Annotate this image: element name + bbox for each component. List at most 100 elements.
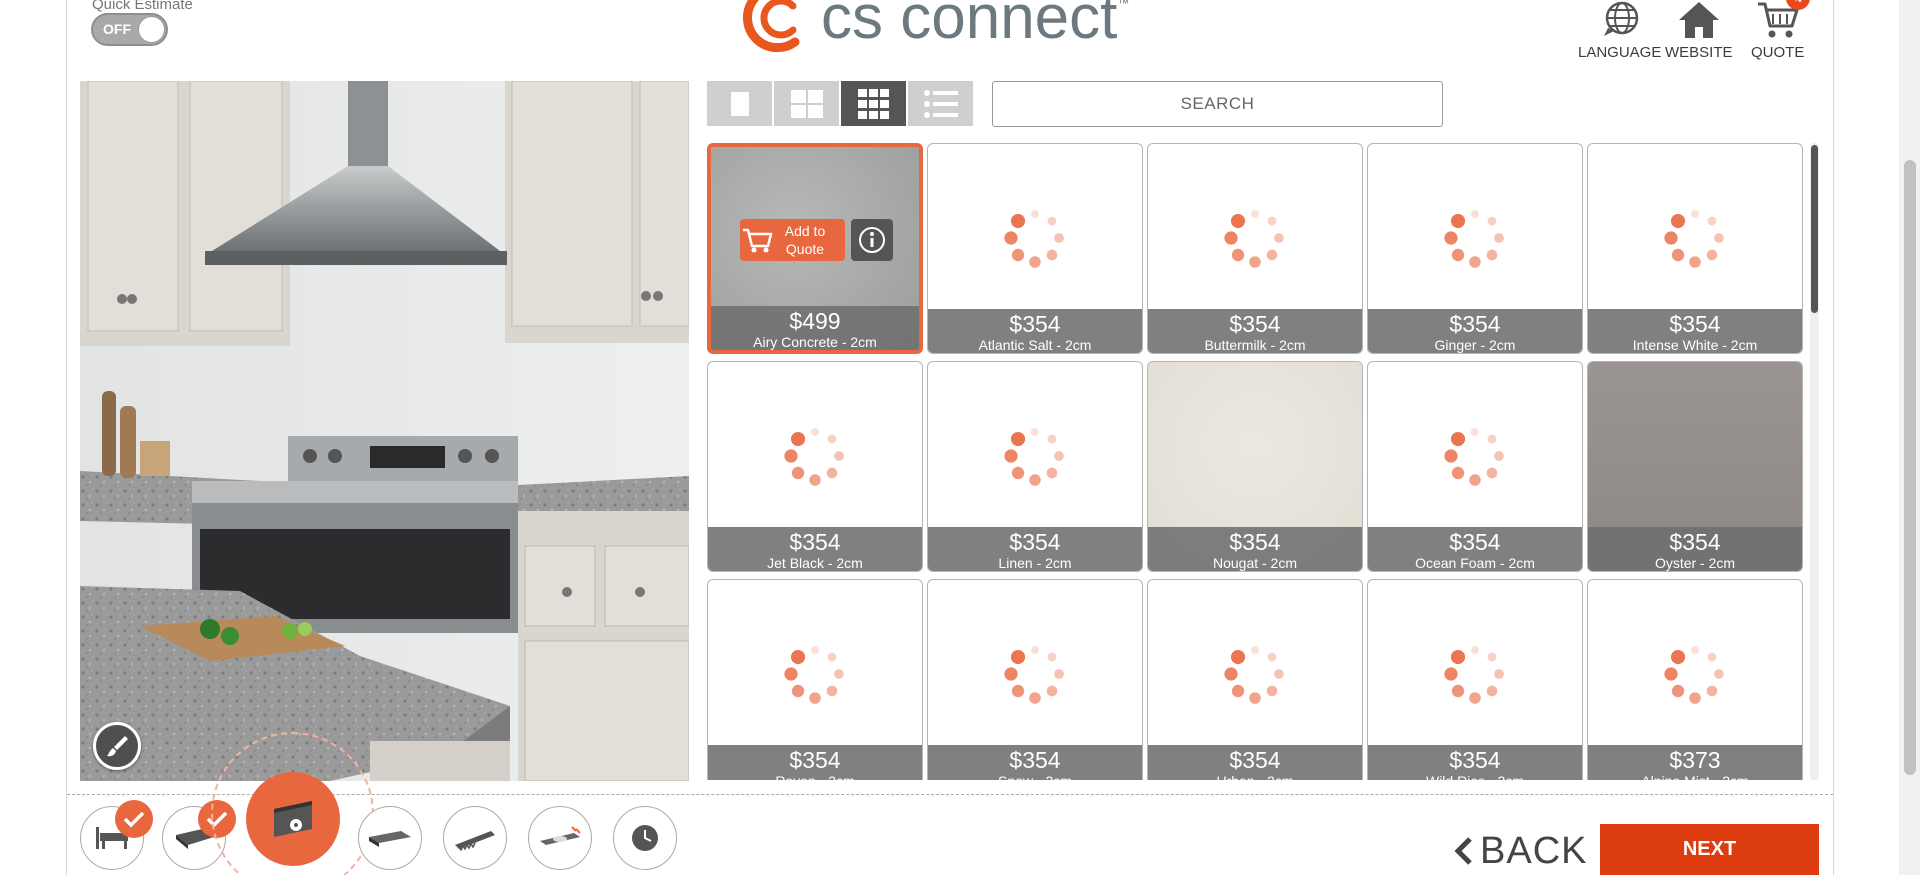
sink-icon bbox=[540, 826, 581, 845]
view-grid-3x3-button[interactable] bbox=[841, 81, 906, 126]
product-caption: $354 Ginger - 2cm bbox=[1368, 309, 1582, 353]
product-price: $354 bbox=[1009, 529, 1061, 555]
product-caption: $354 Buttermilk - 2cm bbox=[1148, 309, 1362, 353]
list-view-icon bbox=[923, 89, 958, 118]
product-tile[interactable]: $354 Oyster - 2cm bbox=[1587, 361, 1803, 572]
view-list-button[interactable] bbox=[908, 81, 973, 126]
product-grid: Add to Quote $499 Airy Concrete - 2cm $354 A… bbox=[707, 143, 1807, 780]
loading-spinner-icon bbox=[1664, 646, 1724, 704]
product-name: Snow - 2cm bbox=[928, 773, 1142, 780]
product-info-button[interactable] bbox=[851, 219, 893, 261]
material-swatch-icon bbox=[274, 801, 312, 837]
home-icon bbox=[1678, 2, 1719, 38]
product-name: Urban - 2cm bbox=[1148, 773, 1362, 780]
product-caption: $354 Jet Black - 2cm bbox=[708, 527, 922, 571]
product-price: $354 bbox=[1009, 311, 1061, 337]
product-tile[interactable]: $354Wild Rice - 2cm bbox=[1367, 579, 1583, 780]
product-caption: $354Wild Rice - 2cm bbox=[1368, 745, 1582, 780]
back-label: BACK bbox=[1480, 829, 1588, 872]
product-name: Raven - 2cm bbox=[708, 773, 922, 780]
product-name: Alpine Mist - 2cm bbox=[1588, 773, 1802, 780]
quote-button[interactable]: 4 QUOTE bbox=[1751, 0, 1811, 61]
product-caption: $354 Ocean Foam - 2cm bbox=[1368, 527, 1582, 571]
product-caption: $354 Nougat - 2cm bbox=[1148, 527, 1362, 571]
step-summary[interactable] bbox=[613, 806, 677, 870]
product-caption: $354 Atlantic Salt - 2cm bbox=[928, 309, 1142, 353]
product-price: $354 bbox=[1229, 529, 1281, 555]
logo-trademark: ™ bbox=[1117, 0, 1130, 10]
paintbrush-icon bbox=[107, 736, 128, 757]
product-caption: $354 Oyster - 2cm bbox=[1588, 527, 1802, 571]
brand-logo[interactable]: cs connect ™ bbox=[735, 0, 1129, 58]
product-caption: $354 Linen - 2cm bbox=[928, 527, 1142, 571]
product-caption: $354 Intense White - 2cm bbox=[1588, 309, 1802, 353]
product-price: $354 bbox=[1009, 747, 1061, 773]
paint-visualizer-button[interactable] bbox=[93, 722, 141, 770]
product-tile[interactable]: $354 Nougat - 2cm bbox=[1147, 361, 1363, 572]
quote-label: QUOTE bbox=[1751, 44, 1805, 61]
loading-spinner-icon bbox=[1004, 646, 1064, 704]
edge-profile-icon bbox=[369, 831, 411, 847]
product-tile[interactable]: $373Alpine Mist - 2cm bbox=[1587, 579, 1803, 780]
product-name: Nougat - 2cm bbox=[1212, 555, 1298, 571]
step-material-active[interactable] bbox=[246, 772, 340, 866]
next-button[interactable]: NEXT bbox=[1600, 824, 1819, 875]
product-name: Linen - 2cm bbox=[998, 555, 1072, 571]
product-price: $354 bbox=[1669, 529, 1721, 555]
product-name: Oyster - 2cm bbox=[1654, 555, 1736, 571]
product-tile[interactable]: $354Raven - 2cm bbox=[707, 579, 923, 780]
product-tile[interactable]: $354Urban - 2cm bbox=[1147, 579, 1363, 780]
info-icon bbox=[859, 227, 885, 253]
page-scrollbar-thumb[interactable] bbox=[1904, 160, 1916, 775]
grid-3x3-icon bbox=[857, 88, 889, 119]
loading-spinner-icon bbox=[1004, 428, 1064, 486]
product-tile[interactable]: $354 Buttermilk - 2cm bbox=[1147, 143, 1363, 354]
website-label: WEBSITE bbox=[1665, 44, 1733, 61]
back-button[interactable]: BACK bbox=[1452, 826, 1587, 875]
product-tile[interactable]: Add to Quote $499 Airy Concrete - 2cm bbox=[707, 143, 923, 354]
product-name: Intense White - 2cm bbox=[1632, 337, 1758, 353]
product-tile[interactable]: $354 Jet Black - 2cm bbox=[707, 361, 923, 572]
website-button[interactable]: WEBSITE bbox=[1665, 0, 1733, 61]
cart-icon bbox=[743, 228, 773, 253]
cs-logo-icon bbox=[742, 0, 800, 53]
step-cutouts[interactable] bbox=[443, 806, 507, 870]
product-tile[interactable]: $354 Ocean Foam - 2cm bbox=[1367, 361, 1583, 572]
loading-spinner-icon bbox=[1444, 428, 1504, 486]
product-tile[interactable]: $354Snow - 2cm bbox=[927, 579, 1143, 780]
product-name: Ginger - 2cm bbox=[1434, 337, 1516, 353]
add-to-quote-button[interactable]: Add to Quote bbox=[740, 219, 845, 261]
view-mode-group bbox=[707, 81, 973, 126]
step-complete-check-icon bbox=[115, 800, 153, 838]
loading-spinner-icon bbox=[1004, 210, 1064, 268]
product-tile[interactable]: $354 Intense White - 2cm bbox=[1587, 143, 1803, 354]
loading-spinner-icon bbox=[784, 428, 844, 486]
loading-spinner-icon bbox=[1444, 210, 1504, 268]
view-single-button[interactable] bbox=[707, 81, 772, 126]
quick-estimate-toggle[interactable]: OFF bbox=[91, 13, 168, 46]
app-root: Quick Estimate OFF cs connect ™ LANGUAGE… bbox=[0, 0, 1920, 875]
product-tile[interactable]: $354 Atlantic Salt - 2cm bbox=[927, 143, 1143, 354]
product-price: $354 bbox=[1449, 747, 1501, 773]
language-button[interactable]: LANGUAGE bbox=[1578, 0, 1661, 61]
product-tile[interactable]: $354 Linen - 2cm bbox=[927, 361, 1143, 572]
grid-2x2-icon bbox=[790, 89, 823, 118]
language-label: LANGUAGE bbox=[1578, 44, 1662, 61]
product-price: $354 bbox=[1449, 311, 1501, 337]
saw-icon bbox=[455, 831, 495, 851]
product-tile[interactable]: $354 Ginger - 2cm bbox=[1367, 143, 1583, 354]
grid-scrollbar-thumb[interactable] bbox=[1811, 145, 1818, 313]
view-grid-2x2-button[interactable] bbox=[774, 81, 839, 126]
product-price: $354 bbox=[789, 529, 841, 555]
kitchen-preview bbox=[80, 81, 689, 781]
product-price: $354 bbox=[1229, 747, 1281, 773]
search-input[interactable]: SEARCH bbox=[992, 81, 1443, 127]
loading-spinner-icon bbox=[784, 646, 844, 704]
kitchen-scene-image bbox=[80, 81, 689, 781]
step-edge-profile[interactable] bbox=[358, 806, 422, 870]
add-to-quote-label: Add to Quote bbox=[784, 223, 826, 257]
product-price: $354 bbox=[1449, 529, 1501, 555]
step-sink[interactable] bbox=[528, 806, 592, 870]
product-caption: $373Alpine Mist - 2cm bbox=[1588, 745, 1802, 780]
product-price: $373 bbox=[1669, 747, 1721, 773]
